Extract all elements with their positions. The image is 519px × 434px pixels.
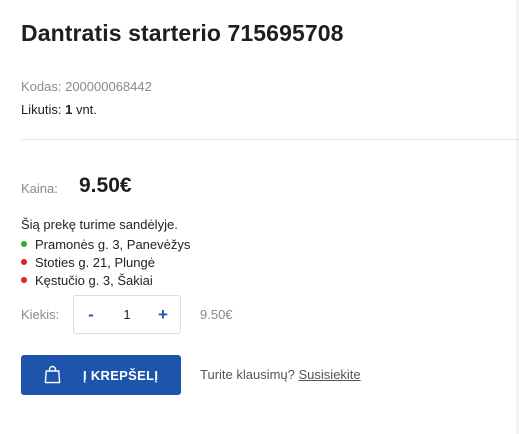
store-list: Pramonės g. 3, Panevėžys Stoties g. 21, … bbox=[21, 235, 190, 289]
status-dot-icon bbox=[21, 241, 27, 247]
section-divider bbox=[21, 139, 519, 140]
status-dot-icon bbox=[21, 277, 27, 283]
store-item: Kęstučio g. 3, Šakiai bbox=[21, 271, 190, 289]
add-to-cart-button[interactable]: Į KREPŠELĮ bbox=[21, 355, 181, 395]
store-item: Stoties g. 21, Plungė bbox=[21, 253, 190, 271]
add-to-cart-label: Į KREPŠELĮ bbox=[83, 368, 159, 383]
increase-button[interactable]: + bbox=[154, 306, 172, 323]
contact-question: Turite klausimų? bbox=[200, 367, 295, 382]
product-code: Kodas: 200000068442 bbox=[21, 79, 152, 94]
product-title: Dantratis starterio 715695708 bbox=[21, 20, 344, 46]
stock-label: Likutis: bbox=[21, 102, 62, 117]
price-value: 9.50€ bbox=[79, 174, 132, 197]
quantity-label: Kiekis: bbox=[21, 307, 60, 322]
store-name: Pramonės g. 3, Panevėžys bbox=[35, 236, 191, 252]
stock-info: Likutis: 1 vnt. bbox=[21, 102, 97, 117]
contact-link[interactable]: Susisiekite bbox=[299, 367, 361, 382]
store-name: Stoties g. 21, Plungė bbox=[35, 254, 155, 270]
price-label: Kaina: bbox=[21, 181, 58, 196]
status-dot-icon bbox=[21, 259, 27, 265]
stock-count: 1 bbox=[65, 102, 73, 117]
decrease-button[interactable]: - bbox=[82, 306, 100, 323]
store-item: Pramonės g. 3, Panevėžys bbox=[21, 235, 190, 253]
line-total: 9.50€ bbox=[200, 307, 233, 322]
shopping-bag-icon bbox=[44, 365, 61, 384]
quantity-stepper[interactable]: - 1 + bbox=[73, 295, 181, 334]
stock-unit: vnt. bbox=[75, 102, 97, 117]
store-name: Kęstučio g. 3, Šakiai bbox=[35, 272, 153, 288]
quantity-value[interactable]: 1 bbox=[112, 307, 142, 322]
contact-prompt: Turite klausimų? Susisiekite bbox=[200, 367, 361, 382]
availability-text: Šią prekę turime sandėlyje. bbox=[21, 217, 178, 232]
